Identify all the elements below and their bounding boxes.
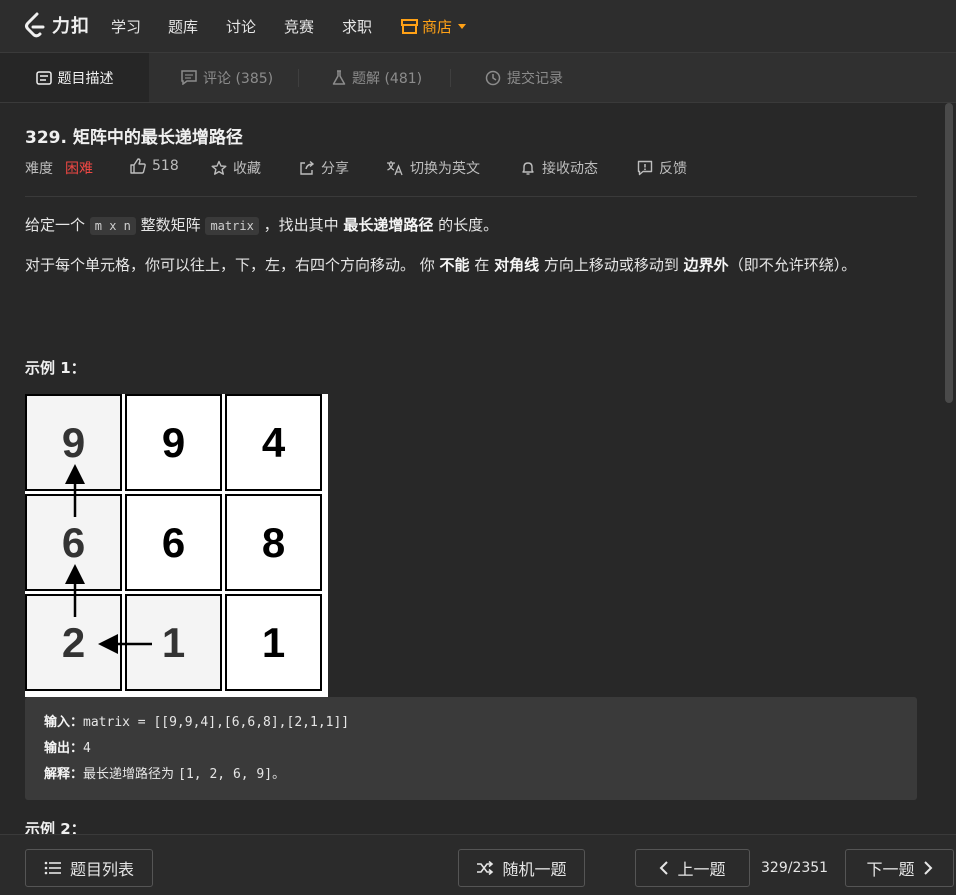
text: 的长度。 xyxy=(433,216,499,234)
explanation-label: 解释： xyxy=(44,767,84,782)
thumbs-up-icon xyxy=(130,158,146,174)
nav-jobs[interactable]: 求职 xyxy=(342,16,372,37)
output-value: 4 xyxy=(83,741,91,756)
problem-list-label: 题目列表 xyxy=(69,860,134,879)
shop-icon xyxy=(401,19,418,34)
shuffle-icon xyxy=(477,861,494,875)
text: 在 xyxy=(469,256,495,274)
logo[interactable]: 力扣 xyxy=(24,12,90,38)
example-input-line: 输入：matrix = [[9,9,4],[6,6,8],[2,1,1]] xyxy=(44,710,898,736)
example-1-io-block: 输入：matrix = [[9,9,4],[6,6,8],[2,1,1]] 输出… xyxy=(25,697,917,800)
explanation-value: [1, 2, 6, 9] xyxy=(178,767,273,782)
next-problem-button[interactable]: 下一题 xyxy=(845,849,954,887)
output-label: 输出： xyxy=(44,741,84,756)
text: 给定一个 xyxy=(25,216,90,234)
text: 整数矩阵 xyxy=(135,216,206,234)
tab-divider xyxy=(298,69,299,87)
like-button[interactable]: 518 xyxy=(130,158,179,174)
example-1-matrix-figure: 9 9 4 6 6 8 2 1 1 xyxy=(25,394,328,697)
difficulty-value: 困难 xyxy=(65,161,93,177)
share-label: 分享 xyxy=(321,161,349,177)
input-value: matrix = [[9,9,4],[6,6,8],[2,1,1]] xyxy=(83,715,350,730)
tab-description-label: 题目描述 xyxy=(57,70,114,87)
switch-language-button[interactable]: 切换为英文 xyxy=(386,158,480,178)
tab-submissions-label: 提交记录 xyxy=(507,70,563,87)
path-arrows xyxy=(65,464,152,654)
problem-tabs: 题目描述 评论 (385) 题解 (481) 提交记录 xyxy=(0,53,956,103)
tab-solutions[interactable]: 题解 (481) xyxy=(332,53,422,102)
flask-icon xyxy=(332,69,346,85)
previous-problem-label: 上一题 xyxy=(677,860,726,879)
like-count: 518 xyxy=(152,158,179,174)
collect-label: 收藏 xyxy=(233,161,261,177)
nav-discuss[interactable]: 讨论 xyxy=(226,16,256,37)
chevron-right-icon xyxy=(923,861,932,875)
nav-shop-label: 商店 xyxy=(422,18,453,36)
tab-comments-label: 评论 (385) xyxy=(203,70,274,87)
example-1-label: 示例 1： xyxy=(25,359,86,377)
inline-code-matrix: matrix xyxy=(205,217,259,235)
previous-problem-button[interactable]: 上一题 xyxy=(635,849,750,887)
nav-learn[interactable]: 学习 xyxy=(111,16,141,37)
example-output-line: 输出：4 xyxy=(44,736,898,762)
nav-problems[interactable]: 题库 xyxy=(168,16,198,37)
share-button[interactable]: 分享 xyxy=(299,158,349,178)
description-icon xyxy=(35,70,52,85)
text: （即不允许环绕）。 xyxy=(728,256,857,274)
inline-code-mxn: m x n xyxy=(89,217,136,235)
next-problem-label: 下一题 xyxy=(866,860,915,879)
explanation-end: 。 xyxy=(272,767,286,782)
nav-shop[interactable]: 商店 xyxy=(401,16,467,37)
difficulty-label: 难度 xyxy=(25,161,53,177)
problem-meta-bar: 难度 困难 518 收藏 分享 切换为英文 接收动态 反馈 xyxy=(25,158,917,178)
description-paragraph-1: 给定一个 m x n 整数矩阵 matrix ，找出其中 最长递增路径 的长度。 xyxy=(25,213,905,239)
problem-title: 329. 矩阵中的最长递增路径 xyxy=(25,128,243,148)
tab-solutions-label: 题解 (481) xyxy=(352,70,423,87)
divider xyxy=(25,196,917,197)
chevron-left-icon xyxy=(660,861,669,875)
random-problem-button[interactable]: 随机一题 xyxy=(458,849,585,887)
tab-divider xyxy=(450,69,451,87)
example-explanation-line: 解释：最长递增路径为 [1, 2, 6, 9]。 xyxy=(44,762,898,788)
tab-submissions[interactable]: 提交记录 xyxy=(485,53,563,102)
subscribe-button[interactable]: 接收动态 xyxy=(520,158,598,178)
comment-icon xyxy=(181,70,197,85)
input-label: 输入： xyxy=(44,715,84,730)
collect-button[interactable]: 收藏 xyxy=(211,158,261,178)
subscribe-label: 接收动态 xyxy=(542,161,598,177)
bold-text: 边界外 xyxy=(683,256,729,274)
share-icon xyxy=(300,160,315,175)
text: ，找出其中 xyxy=(258,216,344,234)
problem-counter: 329/2351 xyxy=(761,860,829,876)
clock-icon xyxy=(485,70,501,85)
bold-text: 不能 xyxy=(439,256,470,274)
text: 对于每个单元格，你可以往上，下，左，右四个方向移动。 你 xyxy=(25,256,440,274)
explanation-text: 最长递增路径为 xyxy=(83,767,179,782)
logo-text: 力扣 xyxy=(52,16,90,37)
feedback-label: 反馈 xyxy=(659,161,687,177)
leetcode-logo-icon xyxy=(25,12,45,38)
difficulty: 难度 困难 xyxy=(25,158,93,178)
text: 方向上移动或移动到 xyxy=(539,256,684,274)
feedback-button[interactable]: 反馈 xyxy=(637,158,687,178)
description-paragraph-2: 对于每个单元格，你可以往上，下，左，右四个方向移动。 你 不能 在 对角线 方向… xyxy=(25,253,905,278)
feedback-icon xyxy=(637,160,653,176)
translate-icon xyxy=(387,161,403,176)
list-icon xyxy=(44,861,61,875)
bold-text: 最长递增路径 xyxy=(343,216,434,234)
tab-description[interactable]: 题目描述 xyxy=(0,53,149,102)
star-icon xyxy=(211,160,227,175)
nav-contest[interactable]: 竞赛 xyxy=(284,16,314,37)
problem-list-button[interactable]: 题目列表 xyxy=(25,849,153,887)
top-navigation: 力扣 学习 题库 讨论 竞赛 求职 商店 xyxy=(0,0,956,53)
bold-text: 对角线 xyxy=(494,256,540,274)
random-problem-label: 随机一题 xyxy=(502,860,567,879)
bottom-bar: 题目列表 随机一题 上一题 329/2351 下一题 xyxy=(0,834,956,895)
bell-icon xyxy=(522,162,534,175)
switch-language-label: 切换为英文 xyxy=(410,161,480,177)
tab-comments[interactable]: 评论 (385) xyxy=(181,53,273,102)
scrollbar-thumb[interactable] xyxy=(945,103,953,403)
chevron-down-icon xyxy=(458,24,467,29)
